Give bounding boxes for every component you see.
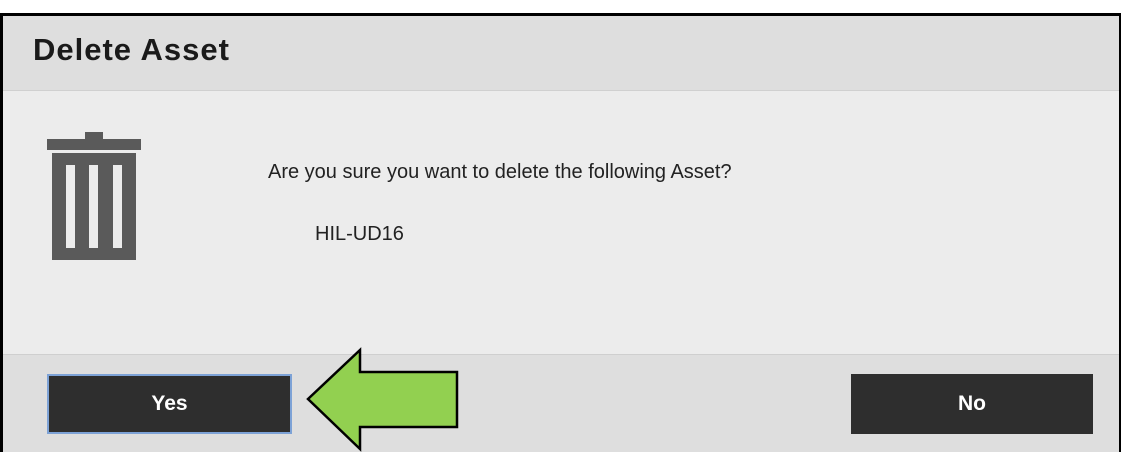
dialog-footer: Yes No	[3, 354, 1119, 452]
asset-name: HIL-UD16	[315, 223, 404, 245]
dialog-header: Delete Asset	[3, 16, 1119, 91]
green-arrow-annotation	[306, 347, 459, 452]
trash-icon	[47, 132, 141, 260]
dialog-title: Delete Asset	[33, 32, 230, 67]
delete-asset-dialog: Delete Asset Are you sure you want to de…	[0, 13, 1121, 452]
yes-button[interactable]: Yes	[47, 374, 292, 434]
dialog-body: Are you sure you want to delete the foll…	[3, 91, 1119, 353]
no-button[interactable]: No	[851, 374, 1093, 434]
confirmation-message: Are you sure you want to delete the foll…	[268, 161, 732, 183]
